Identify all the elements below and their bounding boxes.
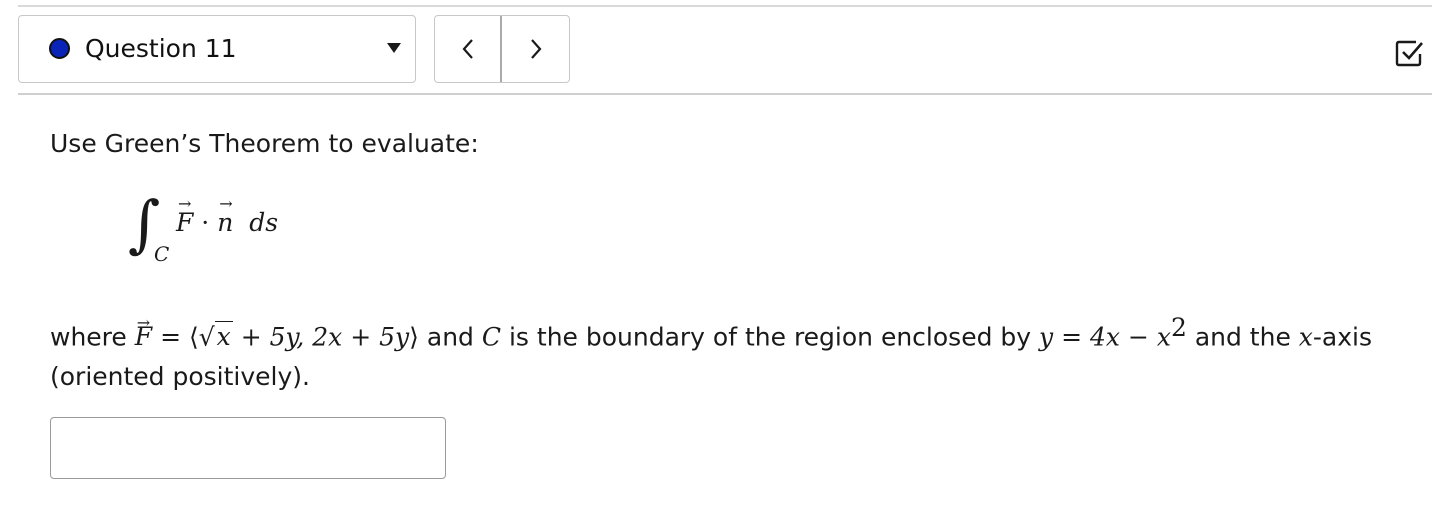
sqrt-symbol: √: [198, 322, 215, 352]
answer-input[interactable]: [50, 417, 446, 479]
equals-sign-2: =: [1061, 322, 1083, 352]
right-angle-bracket: ⟩: [409, 322, 419, 352]
text-and-the: and the: [1194, 322, 1291, 352]
field-term-2: 2x: [312, 322, 343, 352]
field-term-1: + 5y,: [240, 322, 305, 352]
caret-down-icon: [387, 43, 401, 53]
integrand: F · n ds: [176, 194, 278, 238]
vector-field-symbol: F: [135, 303, 152, 357]
text-boundary: is the boundary of the region enclosed b…: [508, 322, 1032, 352]
chevron-left-icon: [462, 39, 473, 59]
previous-question-button[interactable]: [435, 16, 502, 82]
integral-subscript: C: [154, 242, 170, 266]
integral-expression: ∫ C F · n ds: [128, 186, 328, 276]
check-square-icon[interactable]: [1394, 38, 1424, 68]
var-x-axis: x: [1298, 322, 1313, 352]
question-select-label: Question 11: [85, 34, 237, 63]
question-nav: [434, 15, 570, 83]
equals-sign: =: [160, 322, 182, 352]
rhs-term: 4x −: [1090, 322, 1149, 352]
var-y: y: [1039, 322, 1054, 352]
question-status-icon: [49, 38, 70, 59]
vector-n: n: [217, 194, 233, 237]
curve-symbol: C: [481, 322, 502, 352]
next-question-button[interactable]: [502, 16, 569, 82]
left-angle-bracket: ⟨: [188, 322, 199, 352]
vector-f: F: [176, 194, 193, 237]
top-divider: [18, 5, 1432, 7]
sqrt-radicand: x: [214, 321, 233, 352]
header-divider: [18, 93, 1432, 95]
field-term-3: + 5y: [350, 322, 410, 352]
text-where: where: [50, 322, 127, 352]
text-and: and: [426, 322, 474, 352]
question-description: where F = ⟨√x + 5y, 2x + 5y⟩ and C is th…: [50, 303, 1432, 397]
var-x-squared: x: [1156, 322, 1171, 352]
question-select[interactable]: Question 11: [18, 15, 416, 83]
exponent: 2: [1170, 313, 1187, 342]
question-prompt: Use Green’s Theorem to evaluate:: [50, 129, 479, 158]
chevron-right-icon: [530, 39, 541, 59]
